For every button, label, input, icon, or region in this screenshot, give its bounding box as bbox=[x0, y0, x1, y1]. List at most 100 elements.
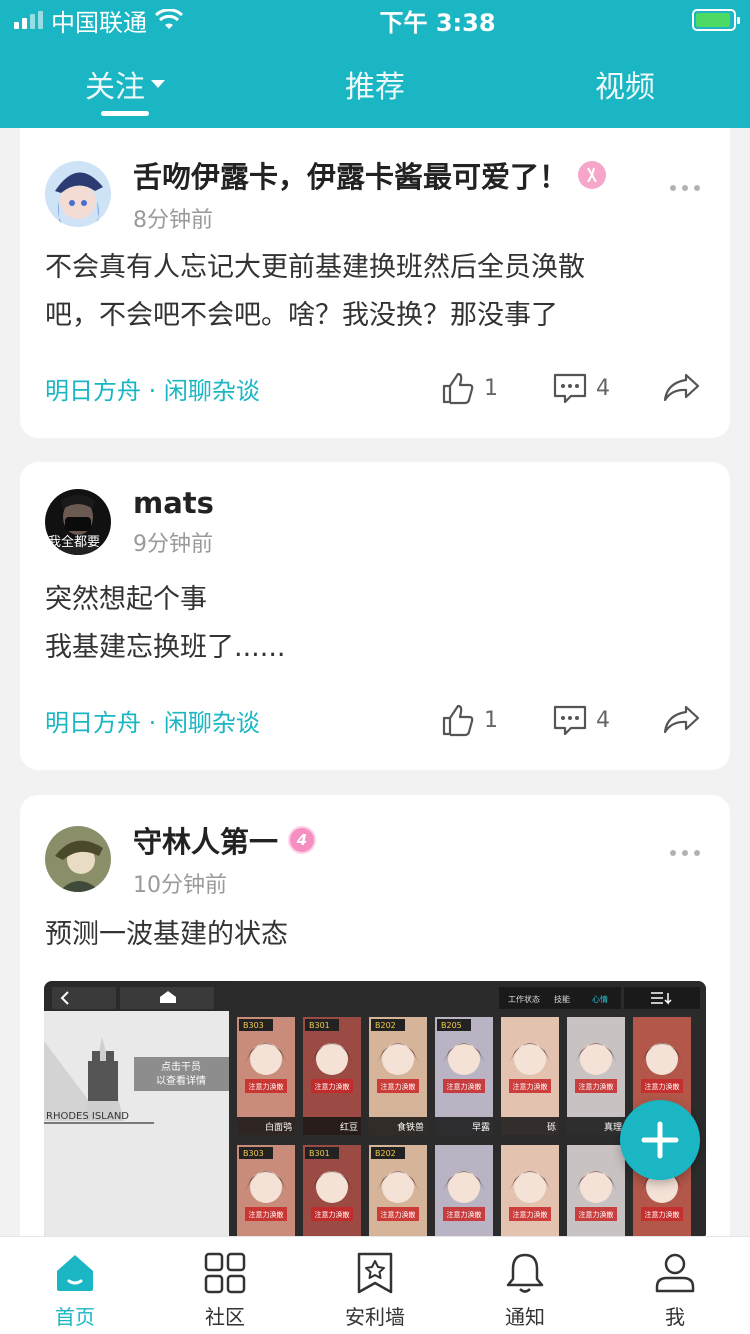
post-time: 8分钟前 bbox=[133, 208, 213, 233]
operator-room: B303 bbox=[243, 1149, 264, 1158]
operator-status: 注意力涣散 bbox=[645, 1082, 680, 1091]
operator-card: B303 注意力涣散 bbox=[237, 1145, 295, 1241]
operator-card: B205 注意力涣散早露 bbox=[435, 1017, 493, 1135]
operator-status: 注意力涣散 bbox=[381, 1082, 416, 1091]
operator-status: 注意力涣散 bbox=[249, 1082, 284, 1091]
nav-label: 安利墙 bbox=[345, 1305, 405, 1329]
post-card[interactable]: 我全都要 mats 9分钟前 突然想起个事 我基建忘换班了...... 明日方舟… bbox=[20, 462, 730, 770]
more-options-icon[interactable] bbox=[670, 182, 700, 194]
operator-card: 注意力涣散砾 bbox=[501, 1017, 559, 1135]
share-icon bbox=[663, 373, 700, 402]
operator-room: B301 bbox=[309, 1021, 330, 1030]
post-content: 预测一波基建的状态 bbox=[45, 919, 288, 950]
like-button[interactable]: 1 bbox=[440, 702, 498, 738]
detail-hint-line-1: 点击干员 bbox=[161, 1061, 201, 1073]
header-tab-work: 工作状态 bbox=[508, 994, 540, 1004]
tab-recommended[interactable]: 推荐 bbox=[250, 40, 500, 128]
grid-icon bbox=[204, 1252, 246, 1294]
share-icon bbox=[663, 705, 700, 734]
more-options-icon[interactable] bbox=[670, 847, 700, 859]
post-image[interactable]: 点击干员 以查看详情 RHODES ISLAND 工作状态 技能 心情 B303… bbox=[44, 981, 706, 1241]
nav-notifications[interactable]: 通知 bbox=[450, 1237, 600, 1334]
operator-card: B301 注意力涣散红豆 bbox=[303, 1017, 361, 1135]
operator-status: 注意力涣散 bbox=[249, 1210, 284, 1219]
create-post-button[interactable] bbox=[620, 1100, 700, 1180]
nav-recommend-wall[interactable]: 安利墙 bbox=[300, 1237, 450, 1334]
operator-status: 注意力涣散 bbox=[447, 1082, 482, 1091]
operator-room: B205 bbox=[441, 1021, 462, 1030]
bottom-nav: 首页 社区 安利墙 通知 我 bbox=[0, 1236, 750, 1334]
post-card[interactable]: 守林人第一 4 10分钟前 预测一波基建的状态 点击干员 以查看详情 RHODE… bbox=[20, 795, 730, 1255]
level-badge: 4 bbox=[288, 826, 317, 854]
carrier-label: 中国联通 bbox=[51, 8, 147, 37]
top-bar: 中国联通 下午 3:38 关注 推荐 视频 bbox=[0, 0, 750, 128]
bell-icon bbox=[506, 1253, 544, 1293]
username[interactable]: 舌吻伊露卡，伊露卡酱最可爱了！ bbox=[133, 154, 568, 196]
comment-icon bbox=[553, 373, 587, 404]
operator-card: 注意力涣散 bbox=[567, 1145, 625, 1241]
nav-label: 社区 bbox=[205, 1305, 245, 1329]
comment-button[interactable]: 4 bbox=[552, 702, 610, 738]
wifi-icon bbox=[155, 9, 183, 29]
tab-video[interactable]: 视频 bbox=[500, 40, 750, 128]
nav-me[interactable]: 我 bbox=[600, 1237, 750, 1334]
status-time: 下午 3:38 bbox=[379, 8, 496, 37]
avatar[interactable] bbox=[45, 161, 111, 227]
like-button[interactable]: 1 bbox=[440, 370, 498, 406]
nav-label: 通知 bbox=[505, 1305, 545, 1329]
nav-label: 我 bbox=[665, 1305, 685, 1329]
operator-status: 注意力涣散 bbox=[381, 1210, 416, 1219]
operator-room: B303 bbox=[243, 1021, 264, 1030]
operator-room: B202 bbox=[375, 1149, 396, 1158]
operator-name: 砾 bbox=[547, 1121, 556, 1133]
home-icon bbox=[57, 1255, 93, 1291]
share-button[interactable] bbox=[662, 370, 702, 406]
operator-card: 注意力涣散 bbox=[501, 1145, 559, 1241]
comment-count: 4 bbox=[596, 375, 610, 401]
feed-tabs: 关注 推荐 视频 bbox=[0, 40, 750, 128]
username[interactable]: mats bbox=[133, 486, 214, 520]
header-tab-mood: 心情 bbox=[592, 994, 608, 1004]
nav-community[interactable]: 社区 bbox=[150, 1237, 300, 1334]
post-content: 突然想起个事 我基建忘换班了...... bbox=[45, 584, 286, 663]
status-bar: 中国联通 下午 3:38 bbox=[0, 0, 750, 40]
operator-card: B202 注意力涣散食铁兽 bbox=[369, 1017, 427, 1135]
share-button[interactable] bbox=[662, 702, 702, 738]
operator-status: 注意力涣散 bbox=[513, 1082, 548, 1091]
signal-icon bbox=[14, 11, 43, 29]
nav-home[interactable]: 首页 bbox=[0, 1237, 150, 1334]
operator-status: 注意力涣散 bbox=[579, 1210, 614, 1219]
avatar[interactable] bbox=[45, 826, 111, 892]
operator-status: 注意力涣散 bbox=[513, 1210, 548, 1219]
nav-label: 首页 bbox=[55, 1305, 95, 1329]
post-content: 不会真有人忘记大更前基建换班然后全员涣散 吧，不会吧不会吧。啥？我没换？那没事了 bbox=[45, 252, 585, 331]
username[interactable]: 守林人第一 bbox=[133, 819, 278, 861]
operator-status: 注意力涣散 bbox=[315, 1082, 350, 1091]
post-time: 9分钟前 bbox=[133, 532, 213, 557]
logo-text: RHODES ISLAND bbox=[46, 1111, 129, 1122]
avatar-caption: 我全都要 bbox=[48, 535, 101, 550]
post-card[interactable]: 舌吻伊露卡，伊露卡酱最可爱了！ 8分钟前 不会真有人忘记大更前基建换班然后全员涣… bbox=[20, 128, 730, 438]
battery-icon bbox=[692, 9, 740, 31]
operator-name: 白面鸮 bbox=[265, 1121, 292, 1133]
detail-hint-line-2: 以查看详情 bbox=[156, 1074, 206, 1087]
operator-name: 早露 bbox=[472, 1122, 490, 1133]
operator-name: 真理 bbox=[604, 1121, 622, 1133]
tab-following[interactable]: 关注 bbox=[0, 40, 250, 128]
operator-name: 食铁兽 bbox=[397, 1121, 424, 1133]
post-time: 10分钟前 bbox=[133, 873, 227, 898]
comment-count: 4 bbox=[596, 707, 610, 733]
comment-button[interactable]: 4 bbox=[552, 370, 610, 406]
operator-name: 红豆 bbox=[340, 1121, 358, 1133]
operator-card: 注意力涣散 bbox=[435, 1145, 493, 1241]
like-count: 1 bbox=[484, 375, 498, 401]
comment-icon bbox=[553, 705, 587, 736]
bookmark-star-icon bbox=[357, 1252, 393, 1294]
like-count: 1 bbox=[484, 707, 498, 733]
avatar[interactable]: 我全都要 bbox=[45, 489, 111, 555]
caret-down-icon bbox=[151, 80, 165, 88]
operator-status: 注意力涣散 bbox=[645, 1210, 680, 1219]
operator-status: 注意力涣散 bbox=[579, 1082, 614, 1091]
thumbs-up-icon bbox=[442, 704, 474, 737]
operator-card: B301 注意力涣散 bbox=[303, 1145, 361, 1241]
